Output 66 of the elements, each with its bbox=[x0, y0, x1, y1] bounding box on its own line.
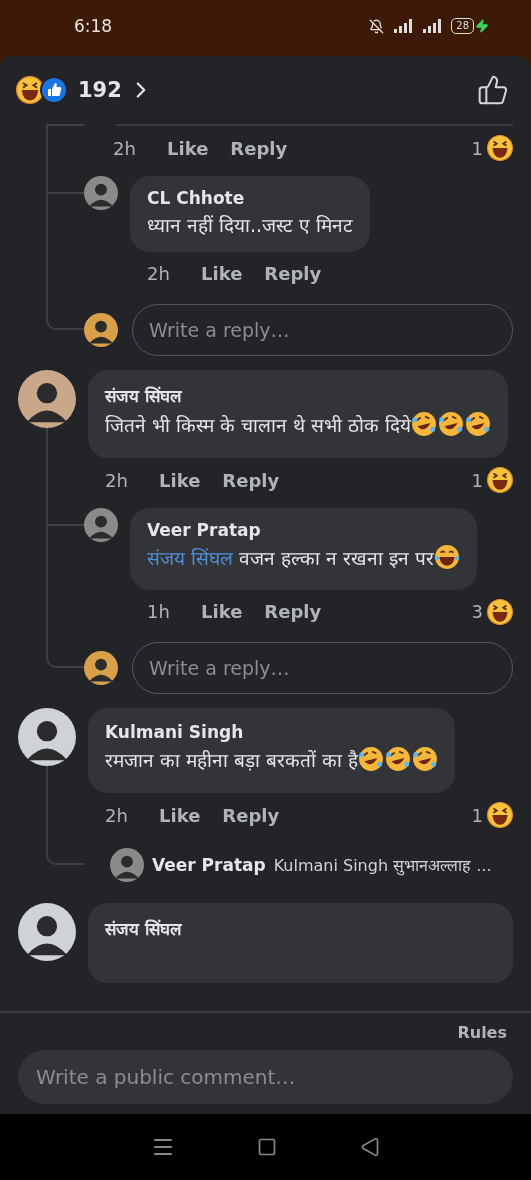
like-link[interactable]: Like bbox=[167, 137, 209, 159]
like-link[interactable]: Like bbox=[201, 263, 243, 285]
rofl-emoji-icon bbox=[385, 745, 412, 772]
laughing-emoji-icon bbox=[16, 76, 44, 104]
rofl-emoji-icon bbox=[412, 745, 439, 772]
timestamp: 2h bbox=[105, 804, 129, 826]
comment-author[interactable]: संजय सिंघल bbox=[105, 917, 496, 941]
reply-link[interactable]: Reply bbox=[264, 263, 322, 285]
battery-indicator: 28 bbox=[451, 18, 474, 34]
reply-field[interactable]: Write a reply… bbox=[132, 641, 513, 694]
timestamp: 2h bbox=[147, 263, 171, 285]
avatar[interactable] bbox=[18, 369, 76, 428]
avatar[interactable] bbox=[84, 508, 118, 543]
back-icon[interactable] bbox=[359, 1137, 380, 1157]
reaction-count: 1 bbox=[471, 469, 483, 491]
comment-text: रमजान का महीना बड़ा बरकतों का है bbox=[105, 745, 439, 780]
reply-link[interactable]: Reply bbox=[222, 469, 280, 491]
rules-link[interactable]: Rules bbox=[457, 1023, 507, 1042]
reaction-count[interactable]: 192 bbox=[78, 78, 122, 102]
laughing-emoji-icon bbox=[434, 544, 461, 571]
laughing-emoji-icon bbox=[487, 598, 513, 625]
avatar[interactable] bbox=[84, 650, 118, 685]
like-link[interactable]: Like bbox=[159, 804, 201, 826]
comment-author[interactable]: Kulmani Singh bbox=[105, 721, 439, 742]
reply-link[interactable]: Reply bbox=[264, 601, 322, 623]
reply-preview-text[interactable]: Kulmani Singh सुभानअल्लाह ... bbox=[273, 854, 492, 877]
laughing-emoji-icon bbox=[487, 135, 513, 161]
reply-author[interactable]: Veer Pratap bbox=[152, 855, 266, 876]
like-link[interactable]: Like bbox=[159, 469, 201, 491]
avatar[interactable] bbox=[18, 903, 76, 962]
clock: 6:18 bbox=[74, 16, 113, 36]
avatar[interactable] bbox=[18, 707, 76, 766]
mute-icon bbox=[369, 18, 385, 34]
laughing-emoji-icon bbox=[487, 467, 513, 494]
avatar[interactable] bbox=[84, 312, 118, 347]
rofl-emoji-icon bbox=[438, 410, 465, 437]
reaction-count: 1 bbox=[471, 137, 483, 159]
like-link[interactable]: Like bbox=[201, 601, 243, 623]
comment-text: संजय सिंघल वजन हल्का न रखना इन पर bbox=[147, 544, 461, 578]
comment-text: ध्यान नहीं दिया..जस्ट ए मिनट bbox=[147, 213, 354, 238]
comment-author[interactable]: संजय सिंघल bbox=[105, 383, 492, 407]
comment-text: जितने भी किस्म के चालान थे सभी ठोक दिये bbox=[105, 410, 492, 445]
avatar[interactable] bbox=[110, 848, 144, 883]
reaction-count: 1 bbox=[471, 804, 483, 826]
reaction-count: 3 bbox=[471, 601, 483, 623]
timestamp: 1h bbox=[147, 601, 171, 623]
rofl-emoji-icon bbox=[411, 410, 438, 437]
reply-field[interactable]: Write a reply… bbox=[132, 303, 513, 356]
comment-author[interactable]: Veer Pratap bbox=[147, 520, 461, 541]
rofl-emoji-icon bbox=[465, 410, 492, 437]
charging-icon bbox=[475, 19, 489, 33]
like-reaction-icon bbox=[40, 76, 68, 104]
signal-icon bbox=[422, 19, 443, 33]
thumbs-up-icon[interactable] bbox=[477, 74, 509, 106]
timestamp: 2h bbox=[105, 469, 129, 491]
home-icon[interactable] bbox=[257, 1137, 278, 1157]
mention-link[interactable]: संजय सिंघल bbox=[147, 547, 234, 570]
rofl-emoji-icon bbox=[358, 745, 385, 772]
reply-link[interactable]: Reply bbox=[222, 804, 280, 826]
reply-link[interactable]: Reply bbox=[230, 137, 288, 159]
comment-field[interactable]: Write a public comment… bbox=[18, 1050, 513, 1104]
timestamp: 2h bbox=[113, 137, 137, 159]
laughing-emoji-icon bbox=[487, 802, 513, 829]
avatar[interactable] bbox=[84, 176, 118, 210]
signal-icon bbox=[393, 19, 414, 33]
comment-author[interactable]: CL Chhote bbox=[147, 188, 354, 208]
